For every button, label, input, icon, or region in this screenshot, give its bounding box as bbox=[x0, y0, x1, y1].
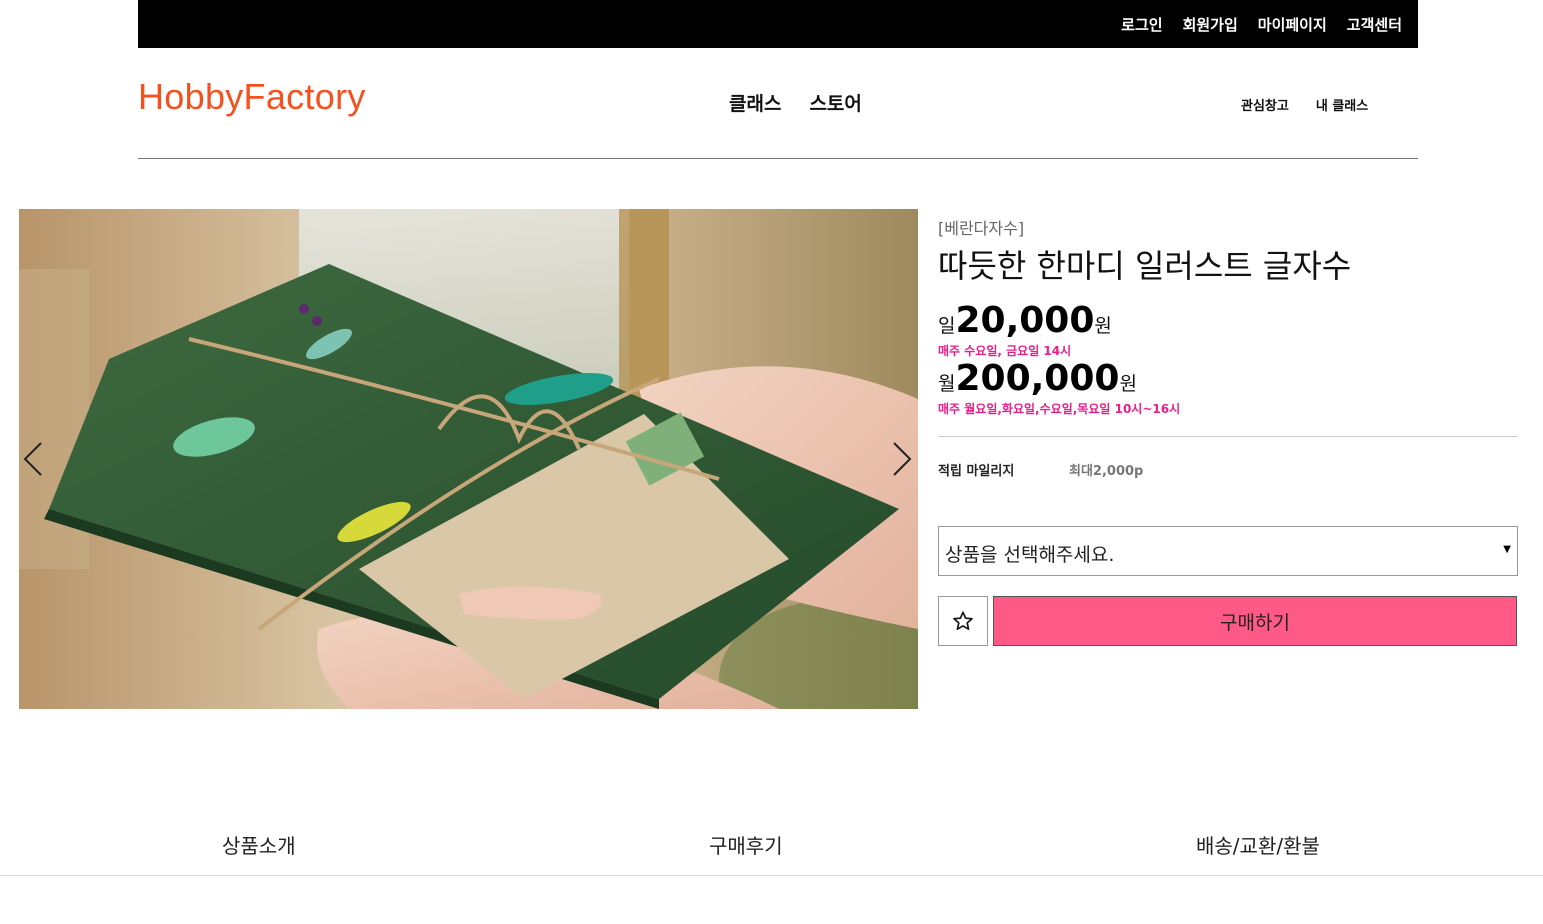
info-divider bbox=[938, 436, 1518, 437]
top-utility-bar: 로그인 회원가입 마이페이지 고객센터 bbox=[138, 0, 1418, 48]
chevron-right-icon[interactable] bbox=[890, 441, 914, 477]
user-nav: 관심창고 내 클래스 bbox=[1241, 95, 1368, 114]
nav-item-store[interactable]: 스토어 bbox=[809, 89, 861, 116]
nav-item-my-class[interactable]: 내 클래스 bbox=[1316, 95, 1368, 114]
price-prefix: 일 bbox=[938, 315, 956, 337]
price-prefix: 월 bbox=[938, 373, 956, 395]
tab-reviews[interactable]: 구매후기 bbox=[709, 830, 783, 859]
product-photo bbox=[19, 209, 918, 709]
signup-link[interactable]: 회원가입 bbox=[1183, 14, 1238, 35]
caret-down-icon: ▼ bbox=[1503, 544, 1511, 555]
product-detail-page: 로그인 회원가입 마이페이지 고객센터 HobbyFactory 클래스 스토어… bbox=[0, 0, 1543, 924]
schedule-monthly: 매주 월요일,화요일,수요일,목요일 10시~16시 bbox=[938, 402, 1181, 416]
nav-item-class[interactable]: 클래스 bbox=[729, 89, 781, 116]
schedule-daily: 매주 수요일, 금요일 14시 bbox=[938, 344, 1072, 358]
product-brand: [베란다자수] bbox=[938, 219, 1025, 238]
tab-product-intro[interactable]: 상품소개 bbox=[222, 830, 296, 859]
header-divider bbox=[138, 158, 1418, 159]
product-tabs: 상품소개 구매후기 배송/교환/환불 bbox=[0, 826, 1543, 876]
price-monthly: 월200,000원 bbox=[938, 358, 1137, 399]
price-unit: 원 bbox=[1094, 315, 1112, 337]
main-nav: 클래스 스토어 bbox=[729, 89, 862, 116]
mileage-value: 최대2,000p bbox=[1069, 464, 1144, 479]
mypage-link[interactable]: 마이페이지 bbox=[1258, 14, 1327, 35]
price-daily: 일20,000원 bbox=[938, 300, 1112, 341]
star-outline-icon bbox=[953, 611, 973, 630]
utility-links: 로그인 회원가입 마이페이지 고객센터 bbox=[1121, 0, 1402, 48]
price-amount: 200,000 bbox=[955, 358, 1120, 399]
price-amount: 20,000 bbox=[955, 300, 1095, 341]
buy-button[interactable]: 구매하기 bbox=[993, 596, 1517, 646]
tab-shipping-returns[interactable]: 배송/교환/환불 bbox=[1196, 830, 1320, 859]
product-image-carousel[interactable] bbox=[19, 209, 918, 709]
chevron-left-icon[interactable] bbox=[21, 441, 45, 477]
product-title: 따듯한 한마디 일러스트 글자수 bbox=[938, 247, 1352, 285]
site-logo[interactable]: HobbyFactory bbox=[138, 76, 366, 118]
login-link[interactable]: 로그인 bbox=[1121, 14, 1162, 35]
price-unit: 원 bbox=[1119, 373, 1137, 395]
option-select[interactable]: 상품을 선택해주세요. ▼ bbox=[938, 526, 1518, 576]
nav-item-wishlist[interactable]: 관심창고 bbox=[1241, 95, 1289, 114]
customer-center-link[interactable]: 고객센터 bbox=[1347, 14, 1402, 35]
mileage-label: 적립 마일리지 bbox=[938, 464, 1015, 479]
wishlist-button[interactable] bbox=[938, 596, 988, 646]
option-select-placeholder: 상품을 선택해주세요. bbox=[945, 544, 1115, 566]
